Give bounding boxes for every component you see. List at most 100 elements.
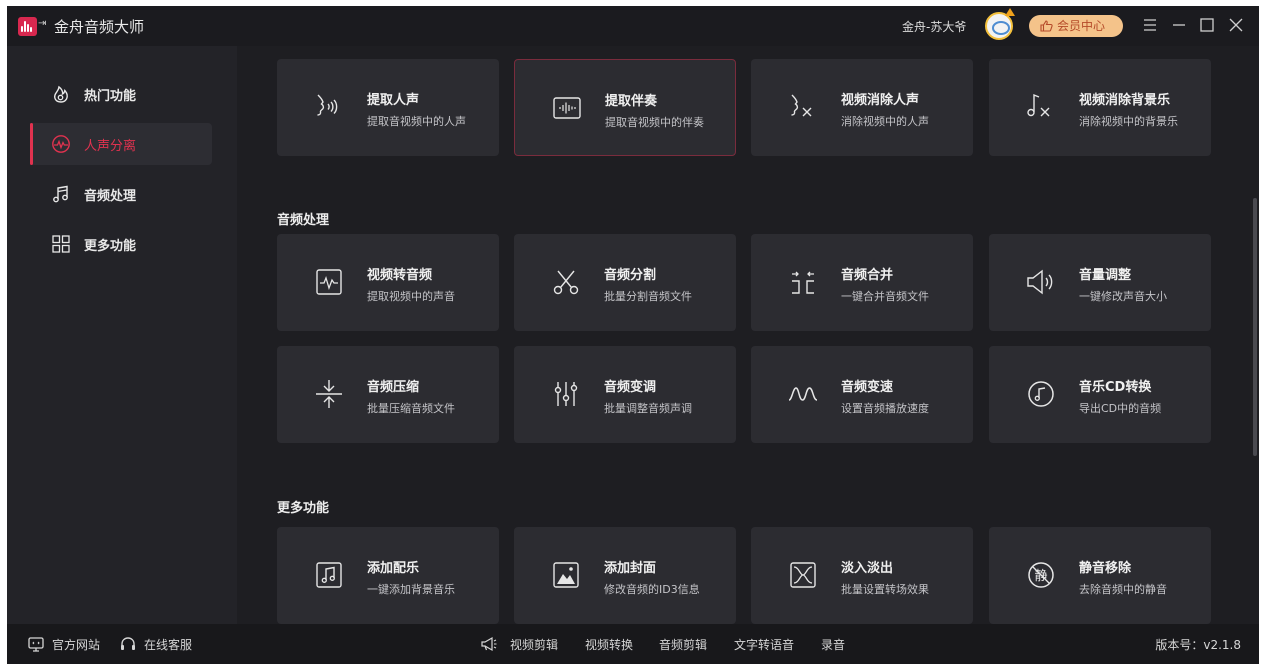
waveform-circle-icon [52, 135, 70, 153]
menu-icon [1144, 19, 1156, 31]
card-title: 视频转音频 [367, 268, 433, 283]
promo-link-video-convert[interactable]: 视频转换 [585, 636, 633, 653]
equalizer-icon [554, 382, 578, 406]
card-title: 音频合并 [841, 268, 894, 283]
sidebar-item-audio-processing[interactable]: 音频处理 [30, 173, 212, 215]
logo-arrow-icon: ⇥ [38, 18, 47, 29]
merge-icon [792, 271, 814, 294]
sidebar-item-label: 音频处理 [84, 189, 137, 204]
card-fade-in-out[interactable]: 淡入淡出 批量设置转场效果 [751, 527, 973, 624]
promo-link-video-edit[interactable]: 视频剪辑 [510, 636, 558, 653]
card-title: 静音移除 [1079, 561, 1132, 576]
headset-icon [121, 637, 135, 650]
card-description: 设置音频播放速度 [841, 402, 929, 415]
card-description: 批量设置转场效果 [841, 583, 929, 596]
grid-icon [52, 235, 70, 253]
voice-extract-icon [317, 94, 338, 116]
card-description: 消除视频中的人声 [841, 115, 929, 128]
sidebar-item-hot-features[interactable]: 热门功能 [30, 73, 212, 115]
sidebar-item-label: 人声分离 [84, 139, 137, 154]
card-audio-merge[interactable]: 音频合并 一键合并音频文件 [751, 234, 973, 331]
card-description: 提取音视频中的人声 [367, 115, 466, 128]
card-video-remove-bgm[interactable]: 视频消除背景乐 消除视频中的背景乐 [989, 59, 1211, 156]
online-service-link[interactable]: 在线客服 [144, 636, 192, 653]
card-audio-compress[interactable]: 音频压缩 批量压缩音频文件 [277, 346, 499, 443]
scissors-icon [553, 270, 579, 295]
card-title: 提取人声 [367, 93, 420, 108]
music-remove-icon [1027, 93, 1050, 117]
close-button[interactable] [1226, 15, 1246, 35]
card-title: 音乐CD转换 [1079, 380, 1152, 395]
minimize-button[interactable] [1169, 15, 1189, 35]
section-title-audio-processing: 音频处理 [277, 213, 330, 228]
bottom-bar: 官方网站 在线客服 视频剪辑 视频转换 音频剪辑 文字转语音 录音 版本号：v2… [7, 624, 1259, 664]
card-audio-pitch[interactable]: 音频变调 批量调整音频声调 [514, 346, 736, 443]
promo-link-record[interactable]: 录音 [821, 636, 845, 653]
card-audio-speed[interactable]: 音频变速 设置音频播放速度 [751, 346, 973, 443]
card-description: 批量压缩音频文件 [367, 402, 455, 415]
card-video-to-audio[interactable]: 视频转音频 提取视频中的声音 [277, 234, 499, 331]
card-title: 音频变速 [841, 380, 894, 395]
card-add-cover[interactable]: 添加封面 修改音频的ID3信息 [514, 527, 736, 624]
card-extract-accompaniment[interactable]: 提取伴奏 提取音视频中的伴奏 [514, 59, 736, 156]
username[interactable]: 金舟-苏大爷 [902, 18, 966, 35]
card-description: 一键修改声音大小 [1079, 290, 1167, 303]
card-title: 视频消除人声 [841, 93, 920, 108]
card-silence-remove[interactable]: 静 静音移除 去除音频中的静音 [989, 527, 1211, 624]
card-description: 提取音视频中的伴奏 [605, 116, 704, 129]
card-extract-vocals[interactable]: 提取人声 提取音视频中的人声 [277, 59, 499, 156]
card-volume-adjust[interactable]: 音量调整 一键修改声音大小 [989, 234, 1211, 331]
card-title: 音频分割 [604, 268, 657, 283]
version-label: 版本号：v2.1.8 [1155, 638, 1241, 652]
card-title: 视频消除背景乐 [1079, 93, 1171, 108]
app-title: 金舟音频大师 [54, 18, 145, 36]
card-audio-split[interactable]: 音频分割 批量分割音频文件 [514, 234, 736, 331]
vertical-scrollbar[interactable] [1253, 198, 1257, 456]
fire-icon [54, 85, 68, 103]
section-title-more-features: 更多功能 [277, 501, 330, 516]
card-title: 添加封面 [604, 561, 657, 576]
promo-link-audio-edit[interactable]: 音频剪辑 [659, 636, 707, 653]
maximize-button[interactable] [1197, 15, 1217, 35]
card-title: 音量调整 [1079, 268, 1132, 283]
card-description: 一键合并音频文件 [841, 290, 929, 303]
card-title: 添加配乐 [367, 561, 420, 576]
vip-center-label: 会员中心 [1057, 19, 1106, 33]
sidebar-item-vocal-separation[interactable]: 人声分离 [30, 123, 212, 165]
card-description: 批量分割音频文件 [604, 290, 692, 303]
card-description: 去除音频中的静音 [1079, 583, 1167, 596]
image-icon [553, 562, 579, 588]
close-icon [1229, 18, 1243, 32]
card-video-remove-vocals[interactable]: 视频消除人声 消除视频中的人声 [751, 59, 973, 156]
promo-link-text-to-speech[interactable]: 文字转语音 [734, 636, 794, 653]
card-title: 音频变调 [604, 380, 657, 395]
speed-wave-icon [788, 387, 818, 401]
megaphone-icon [481, 636, 497, 652]
official-website-link[interactable]: 官方网站 [52, 636, 100, 653]
voice-remove-icon [791, 94, 812, 117]
compress-icon [316, 380, 342, 408]
minimize-icon [1173, 24, 1185, 26]
sidebar: 热门功能 人声分离 音频处理 更多功能 [7, 46, 237, 624]
card-add-music[interactable]: 添加配乐 一键添加背景音乐 [277, 527, 499, 624]
card-description: 消除视频中的背景乐 [1079, 115, 1178, 128]
card-music-cd-convert[interactable]: 音乐CD转换 导出CD中的音频 [989, 346, 1211, 443]
sidebar-item-label: 热门功能 [84, 89, 137, 104]
mute-remove-icon: 静 [1028, 562, 1054, 588]
svg-text:静: 静 [1034, 569, 1047, 584]
app-logo-icon [18, 17, 37, 36]
cd-icon [1028, 381, 1054, 407]
card-description: 一键添加背景音乐 [367, 583, 455, 596]
maximize-icon [1200, 18, 1214, 32]
vip-center-button[interactable]: 会员中心 [1029, 15, 1123, 37]
sidebar-item-more-features[interactable]: 更多功能 [30, 223, 212, 265]
add-music-icon [316, 562, 342, 588]
main-content: 提取人声 提取音视频中的人声 提取伴奏 提取音视频中的伴奏 视频消除人声 消除视… [237, 46, 1259, 624]
title-bar: ⇥ 金舟音频大师 金舟-苏大爷 会员中心 [7, 6, 1259, 46]
fade-icon [790, 562, 816, 588]
menu-button[interactable] [1140, 15, 1160, 35]
avatar[interactable] [985, 8, 1015, 40]
music-note-icon [53, 185, 68, 203]
card-description: 批量调整音频声调 [604, 402, 692, 415]
card-title: 音频压缩 [367, 380, 420, 395]
